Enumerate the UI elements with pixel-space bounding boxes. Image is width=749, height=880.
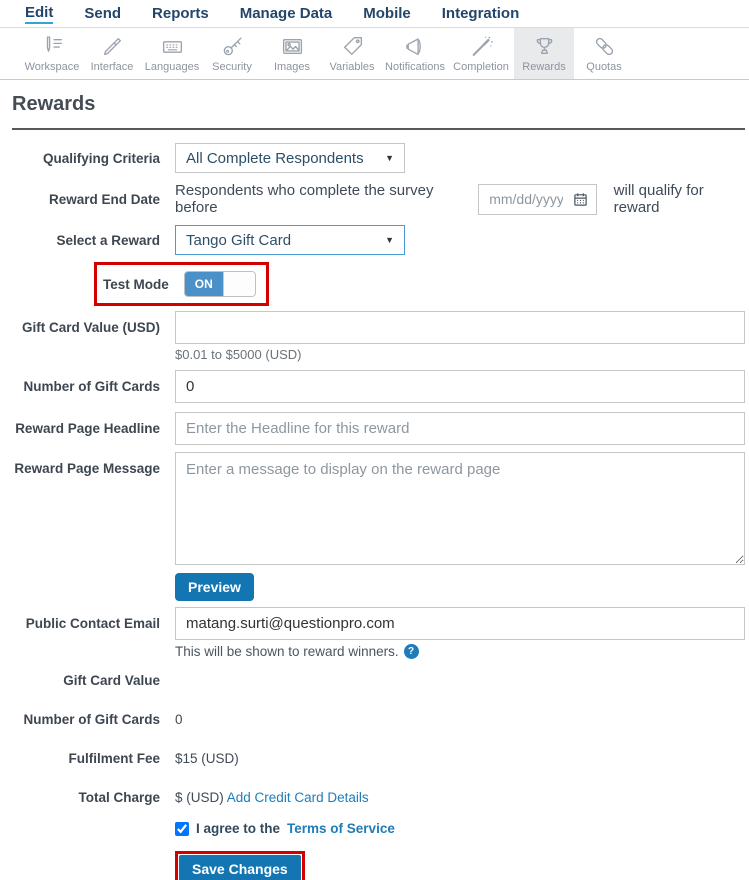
- settings-toolbar: Workspace Interface Languages Security I…: [0, 28, 749, 80]
- qualifying-criteria-label: Qualifying Criteria: [42, 150, 160, 166]
- agree-row: I agree to the Terms of Service: [175, 821, 745, 836]
- title-divider: [12, 128, 745, 130]
- chevron-down-icon: ▼: [385, 153, 394, 163]
- end-date-input[interactable]: [489, 191, 564, 207]
- toolbar-item-variables[interactable]: Variables: [322, 28, 382, 79]
- toolbar-item-languages[interactable]: Languages: [142, 28, 202, 79]
- test-mode-label: Test Mode: [103, 276, 169, 292]
- interface-icon: [100, 33, 125, 59]
- total-charge-label: Total Charge: [78, 790, 160, 805]
- summary-gift-card-value-row: Gift Card Value: [12, 673, 745, 688]
- toolbar-item-completion[interactable]: Completion: [448, 28, 514, 79]
- headline-label: Reward Page Headline: [15, 421, 160, 436]
- summary-gift-card-value-label: Gift Card Value: [63, 673, 160, 688]
- agree-checkbox[interactable]: [175, 821, 189, 836]
- toggle-knob[interactable]: [222, 272, 255, 296]
- test-mode-annotation-box: Test Mode ON: [94, 262, 269, 306]
- help-icon[interactable]: ?: [403, 644, 419, 659]
- num-gift-cards-input[interactable]: [175, 370, 745, 403]
- toolbar-item-quotas[interactable]: Quotas: [574, 28, 634, 79]
- message-row: Reward Page Message: [12, 452, 745, 565]
- add-credit-card-link[interactable]: Add Credit Card Details: [227, 790, 369, 805]
- test-mode-row: Test Mode ON: [94, 262, 745, 306]
- total-charge-row: Total Charge $ (USD) Add Credit Card Det…: [12, 790, 745, 805]
- total-charge-value: $ (USD) Add Credit Card Details: [175, 790, 369, 805]
- reward-end-date-row: Reward End Date Respondents who complete…: [12, 182, 745, 216]
- fulfilment-fee-value: $15 (USD): [175, 751, 239, 766]
- save-annotation-box: Save Changes: [175, 851, 305, 880]
- notifications-icon: [403, 33, 428, 59]
- select-reward-row: Select a Reward Tango Gift Card ▼: [12, 225, 745, 255]
- num-gift-cards-label: Number of Gift Cards: [23, 379, 160, 394]
- num-gift-cards-row: Number of Gift Cards: [12, 370, 745, 403]
- nav-item-integration[interactable]: Integration: [442, 5, 520, 22]
- summary-num-gift-cards-label: Number of Gift Cards: [23, 712, 160, 727]
- select-reward-select[interactable]: Tango Gift Card ▼: [175, 225, 405, 255]
- headline-row: Reward Page Headline: [12, 412, 745, 445]
- select-reward-label: Select a Reward: [56, 232, 160, 248]
- toggle-on-label: ON: [184, 272, 223, 296]
- qualifying-criteria-row: Qualifying Criteria All Complete Respond…: [12, 143, 745, 173]
- rewards-form: Qualifying Criteria All Complete Respond…: [12, 143, 745, 880]
- quotas-icon: [592, 33, 617, 59]
- end-date-suffix-text: will qualify for reward: [613, 182, 704, 216]
- toolbar-item-security[interactable]: Security: [202, 28, 262, 79]
- rewards-icon: [532, 33, 557, 59]
- contact-email-label: Public Contact Email: [25, 616, 160, 631]
- preview-row: Preview: [175, 573, 745, 601]
- gift-card-value-label: Gift Card Value (USD): [21, 320, 160, 335]
- images-icon: [280, 33, 305, 59]
- gift-card-value-help: $0.01 to $5000 (USD): [175, 347, 302, 362]
- contact-email-help: This will be shown to reward winners. ?: [175, 644, 745, 659]
- agree-text: I agree to the: [196, 821, 281, 836]
- preview-button[interactable]: Preview: [175, 573, 254, 601]
- fulfilment-fee-row: Fulfilment Fee $15 (USD): [12, 751, 745, 766]
- toolbar-item-images[interactable]: Images: [262, 28, 322, 79]
- reward-end-date-label: Reward End Date: [48, 191, 160, 207]
- terms-of-service-link[interactable]: Terms of Service: [287, 821, 395, 836]
- nav-item-reports[interactable]: Reports: [152, 5, 209, 22]
- nav-item-send[interactable]: Send: [84, 5, 121, 22]
- nav-item-manage-data[interactable]: Manage Data: [240, 5, 333, 22]
- rewards-page: Rewards Qualifying Criteria All Complete…: [0, 80, 749, 880]
- save-row: Save Changes: [175, 851, 745, 880]
- message-textarea[interactable]: [175, 452, 745, 565]
- end-date-field[interactable]: [478, 183, 597, 215]
- headline-input[interactable]: [175, 412, 745, 445]
- qualifying-criteria-select[interactable]: All Complete Respondents ▼: [175, 143, 405, 173]
- calendar-icon[interactable]: [573, 192, 588, 207]
- nav-item-edit[interactable]: Edit: [25, 4, 54, 24]
- nav-item-mobile[interactable]: Mobile: [363, 5, 411, 22]
- contact-email-row: Public Contact Email: [12, 607, 745, 640]
- save-changes-button[interactable]: Save Changes: [179, 855, 301, 880]
- security-icon: [220, 33, 245, 59]
- chevron-down-icon: ▼: [385, 235, 394, 245]
- gift-card-value-input[interactable]: [175, 311, 745, 344]
- toolbar-item-rewards[interactable]: Rewards: [514, 28, 574, 79]
- languages-icon: [160, 33, 185, 59]
- toolbar-item-interface[interactable]: Interface: [82, 28, 142, 79]
- toolbar-item-notifications[interactable]: Notifications: [382, 28, 448, 79]
- workspace-icon: [40, 33, 65, 59]
- contact-email-input[interactable]: [175, 607, 745, 640]
- message-label: Reward Page Message: [14, 461, 160, 476]
- toolbar-item-workspace[interactable]: Workspace: [22, 28, 82, 79]
- fulfilment-fee-label: Fulfilment Fee: [68, 751, 160, 766]
- gift-card-value-row: Gift Card Value (USD): [12, 311, 745, 344]
- variables-icon: [340, 33, 365, 59]
- test-mode-toggle[interactable]: ON: [183, 271, 256, 297]
- completion-icon: [469, 33, 494, 59]
- end-date-prefix-text: Respondents who complete the survey befo…: [175, 182, 434, 216]
- page-title: Rewards: [12, 93, 96, 115]
- top-nav: Edit Send Reports Manage Data Mobile Int…: [0, 0, 749, 28]
- summary-num-gift-cards-value: 0: [175, 712, 183, 727]
- summary-num-gift-cards-row: Number of Gift Cards 0: [12, 712, 745, 727]
